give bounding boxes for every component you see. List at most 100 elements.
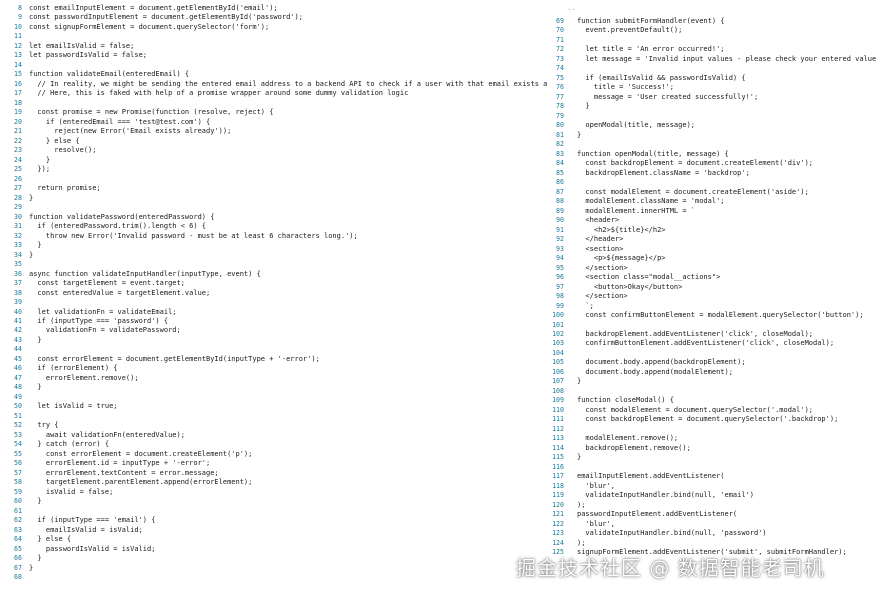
line-number: 20 bbox=[14, 117, 22, 126]
line-number: 36 bbox=[14, 269, 22, 278]
code-line: 26 bbox=[0, 175, 548, 184]
line-number: 67 bbox=[14, 563, 22, 572]
code-line: 27 return promise; bbox=[0, 184, 548, 193]
code-line: 121 passwordInputElement.addEventListener… bbox=[548, 510, 877, 519]
line-number: 11 bbox=[14, 32, 22, 41]
code-text: </section> bbox=[577, 292, 628, 301]
code-line: 28} bbox=[0, 194, 548, 203]
code-line: 48 } bbox=[0, 383, 548, 392]
code-line: 118 'blur', bbox=[548, 482, 877, 491]
line-number: 117 bbox=[552, 472, 564, 481]
line-number: 83 bbox=[556, 149, 564, 158]
code-text: return promise; bbox=[29, 184, 101, 193]
code-text: <header> bbox=[577, 216, 620, 225]
line-number: 98 bbox=[556, 292, 564, 301]
code-text: // In reality, we might be sending the e… bbox=[29, 79, 548, 88]
code-line: 55 const errorElement = document.createE… bbox=[0, 450, 548, 459]
code-line: 34} bbox=[0, 251, 548, 260]
line-number: 74 bbox=[556, 64, 564, 73]
code-text: const modalElement = document.createElem… bbox=[577, 187, 809, 196]
code-text: title = 'Success!'; bbox=[577, 83, 674, 92]
line-number: 24 bbox=[14, 155, 22, 164]
line-number: 14 bbox=[14, 60, 22, 69]
code-line: 14 bbox=[0, 61, 548, 70]
line-number: 40 bbox=[14, 307, 22, 316]
code-text: } bbox=[29, 250, 34, 259]
line-number: 79 bbox=[556, 111, 564, 120]
code-line: 117 emailInputElement.addEventListener( bbox=[548, 472, 877, 481]
line-number: 99 bbox=[556, 301, 564, 310]
line-number: 101 bbox=[552, 320, 564, 329]
code-pane-left[interactable]: 8 const emailInputElement = document.getE… bbox=[0, 0, 548, 596]
code-line: 107} bbox=[548, 377, 877, 386]
code-text: reject(new Error('Email exists already')… bbox=[29, 127, 232, 136]
line-number: 53 bbox=[14, 430, 22, 439]
line-number: 73 bbox=[556, 54, 564, 63]
line-number: 55 bbox=[14, 449, 22, 458]
code-line: 104 bbox=[548, 349, 877, 358]
code-text: </header> bbox=[577, 235, 624, 244]
code-line: 123 validateInputHandler.bind(null, 'pas… bbox=[548, 529, 877, 538]
code-line: 111 const backdropElement = document.que… bbox=[548, 415, 877, 424]
code-line: 80 openModal(title, message); bbox=[548, 121, 877, 130]
code-line: 23 resolve(); bbox=[0, 146, 548, 155]
code-text: } catch (error) { bbox=[29, 440, 110, 449]
code-line: 106 document.body.append(modalElement); bbox=[548, 368, 877, 377]
code-line: 66 } bbox=[0, 554, 548, 563]
code-text: emailIsValid = isValid; bbox=[29, 525, 143, 534]
line-number: 45 bbox=[14, 354, 22, 363]
line-number: 46 bbox=[14, 364, 22, 373]
code-line: 91 <h2>${title}</h2> bbox=[548, 226, 877, 235]
watermark: 掘金技术社区 @ 数据智能老司机 bbox=[516, 556, 825, 580]
code-text: function submitFormHandler(event) { bbox=[577, 17, 725, 25]
code-text: errorElement.textContent = error.message… bbox=[29, 468, 219, 477]
code-text: let emailIsValid = false; bbox=[29, 41, 135, 50]
line-number: 122 bbox=[552, 519, 564, 528]
code-line: 102 backdropElement.addEventListener('cl… bbox=[548, 330, 877, 339]
code-text: const errorElement = document.getElement… bbox=[29, 354, 320, 363]
code-line: 101 bbox=[548, 321, 877, 330]
line-number: 80 bbox=[556, 121, 564, 130]
code-line: 70 event.preventDefault(); bbox=[548, 26, 877, 35]
code-text: function validateEmail(enteredEmail) { bbox=[29, 70, 190, 79]
code-text: // Here, this is faked with help of a pr… bbox=[29, 89, 409, 98]
code-text: confirmButtonElement.addEventListener('c… bbox=[577, 339, 835, 348]
code-line: 44 bbox=[0, 345, 548, 354]
line-number: 13 bbox=[14, 51, 22, 60]
line-number: 32 bbox=[14, 231, 22, 240]
line-number: 105 bbox=[552, 358, 564, 367]
line-number: 58 bbox=[14, 478, 22, 487]
line-number: 19 bbox=[14, 108, 22, 117]
code-text: let message = 'Invalid input values - pl… bbox=[577, 54, 877, 63]
line-number: 27 bbox=[14, 184, 22, 193]
line-number: 65 bbox=[14, 544, 22, 553]
line-number: 85 bbox=[556, 168, 564, 177]
line-number: 26 bbox=[14, 174, 22, 183]
line-number: 87 bbox=[556, 187, 564, 196]
code-pane-right[interactable]: 69 function submitFormHandler(event) {70 … bbox=[548, 0, 877, 596]
code-text: isValid = false; bbox=[29, 487, 114, 496]
code-text: } bbox=[29, 193, 34, 202]
code-text: modalElement.innerHTML = ` bbox=[577, 206, 696, 215]
code-text: let passwordIsValid = false; bbox=[29, 51, 148, 60]
code-line: 17 // Here, this is faked with help of a… bbox=[0, 89, 548, 98]
line-number: 30 bbox=[14, 212, 22, 221]
code-text: } bbox=[29, 155, 51, 164]
code-text: } bbox=[577, 130, 582, 139]
code-text: let isValid = true; bbox=[29, 402, 118, 411]
line-number: 62 bbox=[14, 516, 22, 525]
line-number: 102 bbox=[552, 329, 564, 338]
code-text: } bbox=[29, 241, 42, 250]
code-line: 21 reject(new Error('Email exists alread… bbox=[0, 127, 548, 136]
code-line: 60 } bbox=[0, 497, 548, 506]
code-line: 46 if (errorElement) { bbox=[0, 364, 548, 373]
line-number: 95 bbox=[556, 263, 564, 272]
code-text: message = 'User created successfully!'; bbox=[577, 92, 759, 101]
line-number: 21 bbox=[14, 127, 22, 136]
code-line: 41 if (inputType === 'password') { bbox=[0, 317, 548, 326]
code-line: 37 const targetElement = event.target; bbox=[0, 279, 548, 288]
code-line: 116 bbox=[548, 463, 877, 472]
line-number: 92 bbox=[556, 235, 564, 244]
line-number: 112 bbox=[552, 424, 564, 433]
line-number: 81 bbox=[556, 130, 564, 139]
